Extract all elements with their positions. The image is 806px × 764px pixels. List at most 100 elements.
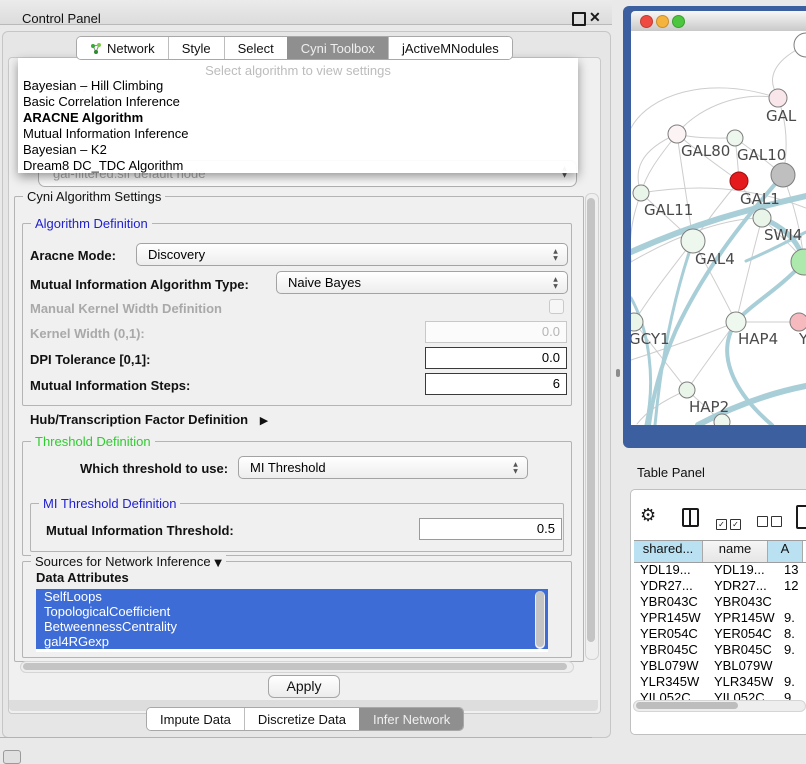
close-icon[interactable]: ✕	[589, 9, 601, 26]
aracne-mode-combo[interactable]: Discovery ▲▼	[136, 243, 568, 266]
network-node-swi4[interactable]	[753, 209, 771, 227]
table-cell: 9.	[778, 642, 806, 658]
mi-steps-field[interactable]: 6	[425, 373, 567, 395]
table-row[interactable]: YIL052CYIL052C9.	[634, 690, 806, 700]
mi-threshold-field[interactable]: 0.5	[419, 518, 562, 540]
table-cell: YBR043C	[708, 594, 778, 610]
zoom-traffic-light[interactable]	[672, 15, 685, 28]
network-node-gal80[interactable]	[668, 125, 686, 143]
network-node[interactable]	[771, 163, 795, 187]
table-cell: YLR345W	[708, 674, 778, 690]
mi-algorithm-type-combo[interactable]: Naive Bayes ▲▼	[276, 271, 568, 294]
float-window-icon[interactable]	[572, 12, 586, 26]
tab-infer-network[interactable]: Infer Network	[359, 708, 463, 730]
data-attribute-item[interactable]: gal4RGexp	[36, 634, 548, 649]
network-node-gal10[interactable]	[727, 130, 743, 146]
data-attribute-item[interactable]: BetweennessCentrality	[36, 619, 548, 634]
algorithm-option[interactable]: Basic Correlation Inference	[18, 94, 578, 110]
network-node-hap2[interactable]	[679, 382, 695, 398]
which-threshold-combo[interactable]: MI Threshold ▲▼	[238, 456, 528, 479]
show-all-columns-icon[interactable]: ✓✓	[716, 514, 744, 532]
stepper-icon: ▲▼	[551, 276, 560, 290]
tab-impute-data[interactable]: Impute Data	[147, 708, 244, 730]
network-node[interactable]	[794, 33, 806, 57]
cyni-algorithm-settings-legend: Cyni Algorithm Settings	[23, 189, 165, 204]
data-attributes-list: SelfLoopsTopologicalCoefficientBetweenne…	[36, 589, 548, 652]
network-window-titlebar[interactable]	[631, 11, 806, 32]
network-node-label: GAL1	[740, 190, 780, 208]
table-row[interactable]: YLR345WYLR345W9.	[634, 674, 806, 690]
expand-arrow-icon[interactable]: ▼	[214, 558, 222, 569]
stepper-icon: ▲▼	[511, 461, 520, 475]
algorithm-option[interactable]: Dream8 DC_TDC Algorithm	[18, 158, 578, 174]
tab-network[interactable]: Network	[77, 37, 168, 59]
table-cell: YDR27...	[634, 578, 708, 594]
gear-icon[interactable]: ⚙	[640, 505, 656, 526]
table-row[interactable]: YPR145WYPR145W9.	[634, 610, 806, 626]
network-node-gcy1[interactable]	[631, 313, 643, 331]
column-header-name[interactable]: name	[703, 541, 768, 562]
table-cell: YBR045C	[634, 642, 708, 658]
table-cell: 9.	[778, 610, 806, 626]
stepper-icon: ▲▼	[551, 248, 560, 262]
settings-hscrollbar-thumb[interactable]	[23, 663, 567, 670]
tab-style[interactable]: Style	[168, 37, 224, 59]
split-columns-icon[interactable]	[682, 508, 699, 527]
network-node-gal[interactable]	[769, 89, 787, 107]
table-row[interactable]: YDR27...YDR27...12	[634, 578, 806, 594]
control-panel-title: Control Panel	[22, 11, 101, 26]
network-edge[interactable]	[637, 390, 687, 424]
column-header-A[interactable]: A	[768, 541, 803, 562]
network-node-y[interactable]	[790, 313, 806, 331]
settings-horizontal-scrollbar[interactable]	[20, 661, 574, 673]
algorithm-option[interactable]: ARACNE Algorithm	[18, 110, 578, 126]
algorithm-option[interactable]: Bayesian – K2	[18, 142, 578, 158]
algorithm-option[interactable]: Mutual Information Inference	[18, 126, 578, 142]
table-panel-title: Table Panel	[637, 465, 705, 480]
network-edge[interactable]	[641, 134, 677, 193]
network-node-label: GAL4	[695, 250, 735, 268]
tab-label: jActiveMNodules	[402, 41, 499, 56]
dpi-tolerance-field[interactable]: 0.0	[425, 347, 567, 369]
apply-button[interactable]: Apply	[268, 675, 340, 698]
network-node-gal1[interactable]	[730, 172, 748, 190]
settings-vscrollbar-thumb[interactable]	[587, 198, 595, 642]
table-cell: YBL079W	[634, 658, 708, 674]
tab-select[interactable]: Select	[224, 37, 287, 59]
new-table-icon[interactable]	[796, 505, 806, 529]
network-node[interactable]	[714, 414, 730, 425]
network-edge[interactable]	[736, 218, 762, 322]
kernel-width-field[interactable]: 0.0	[425, 321, 567, 343]
network-node-gal11[interactable]	[633, 185, 649, 201]
table-horizontal-scrollbar[interactable]	[633, 700, 806, 712]
table-row[interactable]: YBR043CYBR043C	[634, 594, 806, 610]
tab-jactivemnodules[interactable]: jActiveMNodules	[388, 37, 512, 59]
network-node-label: Y	[798, 330, 806, 348]
table-row[interactable]: YDL19...YDL19...13	[634, 562, 806, 578]
table-cell: 12	[778, 578, 806, 594]
minimize-traffic-light[interactable]	[656, 15, 669, 28]
data-attribute-item[interactable]: SelfLoops	[36, 589, 548, 604]
column-header-shared[interactable]: shared...	[634, 541, 703, 562]
attr-list-scrollbar-thumb[interactable]	[536, 591, 544, 647]
tab-discretize-data[interactable]: Discretize Data	[244, 708, 359, 730]
manual-kernel-width-checkbox[interactable]	[549, 299, 564, 314]
tab-cyni-toolbox[interactable]: Cyni Toolbox	[287, 37, 388, 59]
network-canvas[interactable]: GALGAL80GAL10GAL1SWI4GAL11GAL4GCY1HAP4YH…	[631, 31, 806, 425]
settings-vertical-scrollbar[interactable]	[585, 193, 599, 660]
table-hscrollbar-thumb[interactable]	[636, 702, 738, 709]
table-row[interactable]: YER054CYER054C8.	[634, 626, 806, 642]
network-edge[interactable]	[631, 88, 778, 128]
data-attribute-item[interactable]: TopologicalCoefficient	[36, 604, 548, 619]
network-node-label: GAL80	[681, 142, 730, 160]
close-traffic-light[interactable]	[640, 15, 653, 28]
network-node-label: GAL11	[644, 201, 693, 219]
network-node-hap4[interactable]	[726, 312, 746, 332]
algorithm-option[interactable]: Bayesian – Hill Climbing	[18, 78, 578, 94]
network-edge[interactable]	[677, 96, 778, 134]
table-row[interactable]: YBL079WYBL079W	[634, 658, 806, 674]
attr-list-scrollbar[interactable]	[535, 591, 545, 649]
table-row[interactable]: YBR045CYBR045C9.	[634, 642, 806, 658]
panel-divider-handle[interactable]	[616, 369, 620, 377]
hide-all-columns-icon[interactable]	[757, 514, 785, 532]
